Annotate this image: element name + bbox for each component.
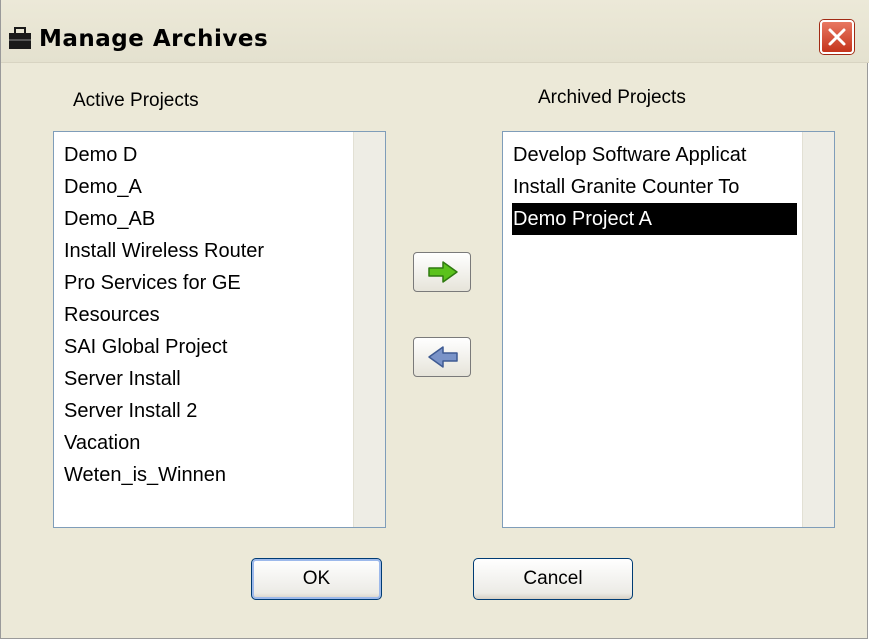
active-item[interactable]: Demo D: [63, 139, 385, 171]
active-item[interactable]: Demo_AB: [63, 203, 385, 235]
move-to-archived-button[interactable]: [413, 252, 471, 292]
briefcase-icon: [8, 26, 32, 50]
active-item[interactable]: Weten_is_Winnen: [63, 459, 385, 491]
cancel-button[interactable]: Cancel: [473, 558, 633, 600]
move-to-active-button[interactable]: [413, 337, 471, 377]
archived-list-scrollbar[interactable]: [802, 132, 834, 527]
archived-projects-heading: Archived Projects: [538, 87, 686, 108]
archived-item[interactable]: Develop Software Applicat: [512, 139, 834, 171]
ok-button[interactable]: OK: [251, 558, 382, 600]
active-item[interactable]: SAI Global Project: [63, 331, 385, 363]
active-item[interactable]: Install Wireless Router: [63, 235, 385, 267]
active-item[interactable]: Resources: [63, 299, 385, 331]
archived-projects-list[interactable]: Develop Software Applicat Install Granite…: [502, 131, 835, 528]
dialog-title: Manage Archives: [39, 26, 269, 52]
active-item[interactable]: Vacation: [63, 427, 385, 459]
close-button[interactable]: [820, 20, 854, 54]
active-item[interactable]: Server Install: [63, 363, 385, 395]
active-list-scrollbar[interactable]: [353, 132, 385, 527]
manage-archives-dialog: Manage Archives Active Projects Archived…: [0, 0, 869, 639]
active-projects-heading: Active Projects: [73, 90, 199, 111]
active-item[interactable]: Server Install 2: [63, 395, 385, 427]
title-bar[interactable]: Manage Archives: [1, 0, 869, 63]
active-projects-list[interactable]: Demo D Demo_A Demo_AB Install Wireless Rout…: [53, 131, 386, 528]
archived-item[interactable]: Demo Project A: [512, 203, 797, 235]
active-item[interactable]: Pro Services for GE: [63, 267, 385, 299]
active-item[interactable]: Demo_A: [63, 171, 385, 203]
archived-item[interactable]: Install Granite Counter To: [512, 171, 834, 203]
